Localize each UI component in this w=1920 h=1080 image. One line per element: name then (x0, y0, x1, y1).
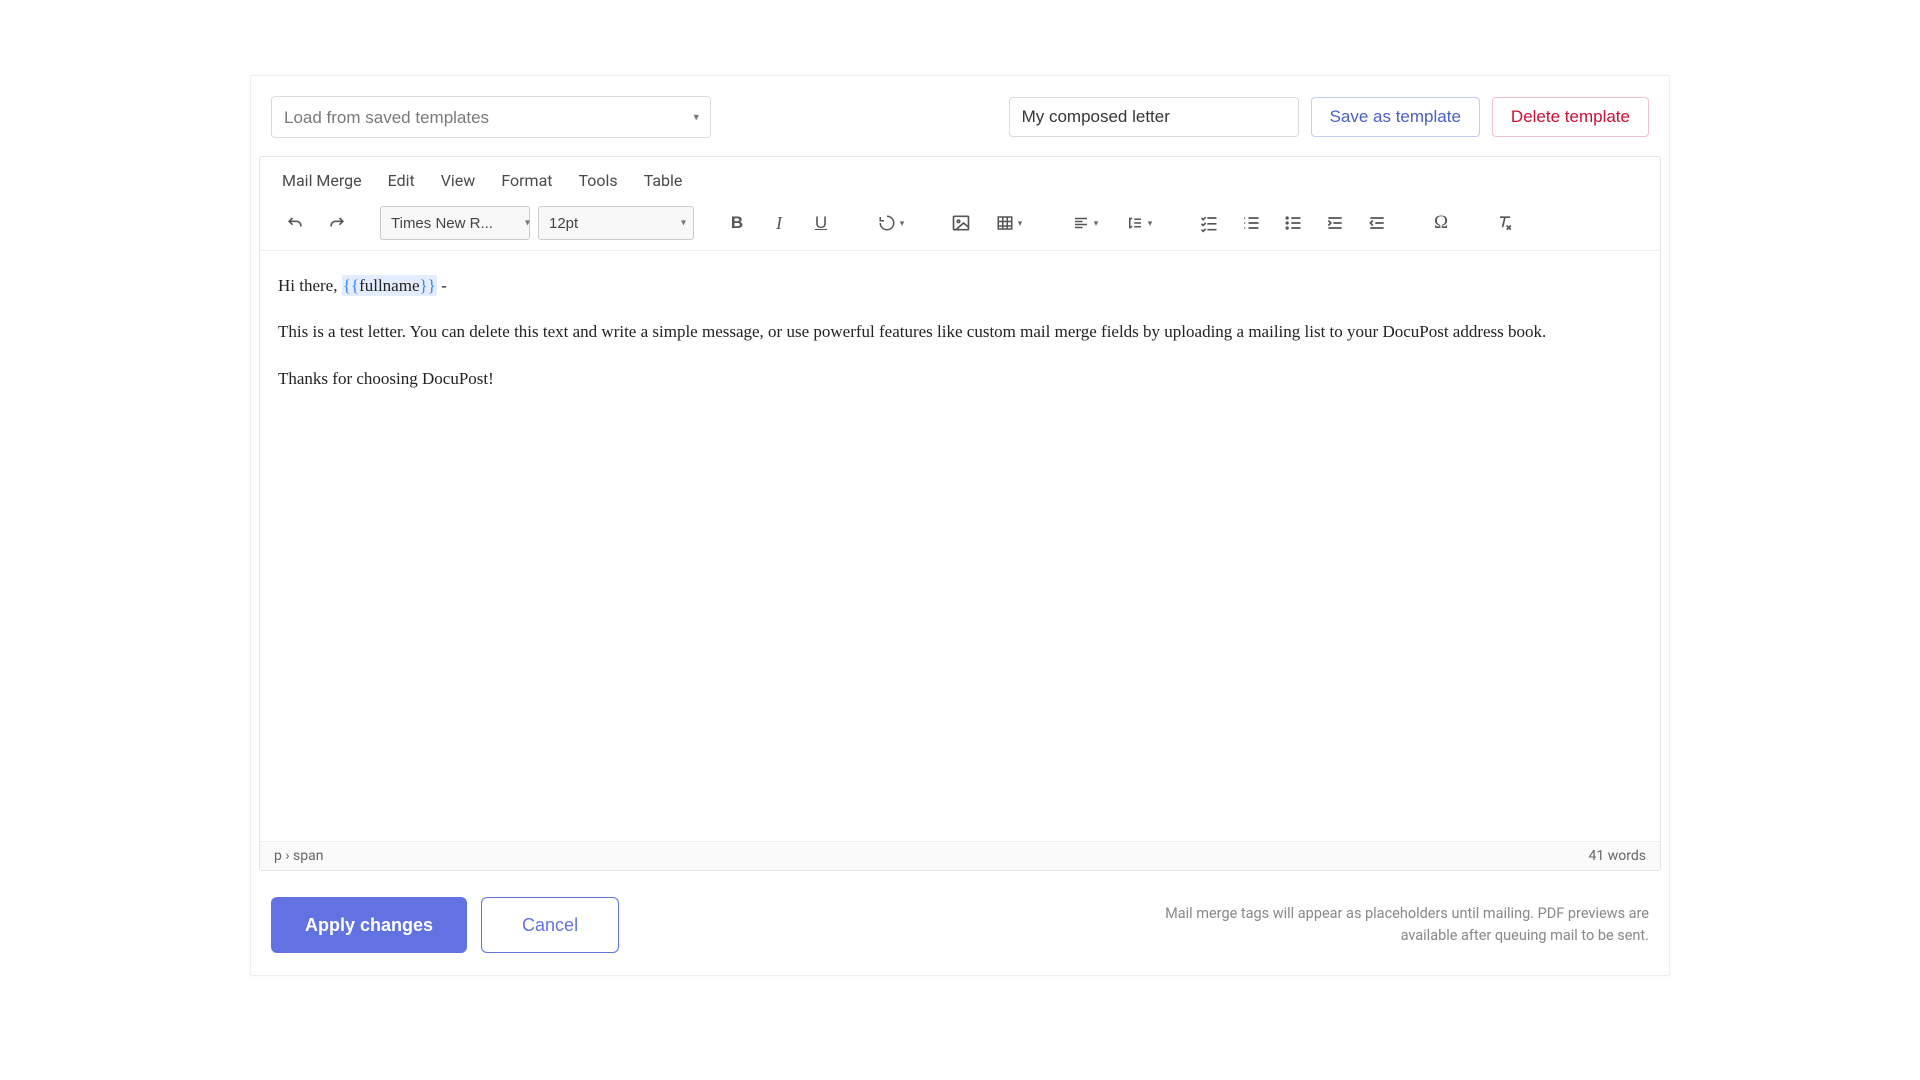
underline-button[interactable]: U (804, 206, 838, 240)
align-button[interactable]: ▾ (1062, 206, 1108, 240)
numbered-list-button[interactable] (1234, 206, 1268, 240)
special-character-button[interactable]: Ω (1424, 206, 1458, 240)
editor-panel: Load from saved templates ▾ Save as temp… (250, 75, 1670, 976)
letter-title-input[interactable] (1009, 97, 1299, 137)
editor-menubar: Mail Merge Edit View Format Tools Table (260, 157, 1660, 200)
cancel-button[interactable]: Cancel (481, 897, 619, 953)
outdent-button[interactable] (1360, 206, 1394, 240)
body-paragraph: This is a test letter. You can delete th… (278, 319, 1642, 345)
bold-button[interactable]: B (720, 206, 754, 240)
greeting-post: - (437, 276, 447, 295)
editor-statusbar: p › span 41 words (260, 841, 1660, 870)
word-count: 41 words (1589, 848, 1646, 864)
merge-tag-fullname: {{fullname}} (342, 275, 437, 296)
indent-button[interactable] (1318, 206, 1352, 240)
font-size-select[interactable] (538, 206, 694, 240)
thanks-paragraph: Thanks for choosing DocuPost! (278, 366, 1642, 392)
insert-table-button[interactable]: ▾ (986, 206, 1032, 240)
undo-button[interactable] (278, 206, 312, 240)
menu-tools[interactable]: Tools (579, 171, 618, 190)
menu-mail-merge[interactable]: Mail Merge (282, 171, 362, 190)
template-select-wrap: Load from saved templates ▾ (271, 96, 711, 138)
history-dropdown-button[interactable]: ▾ (868, 206, 914, 240)
chevron-down-icon: ▾ (1018, 218, 1023, 229)
chevron-down-icon: ▾ (900, 218, 905, 229)
apply-changes-button[interactable]: Apply changes (271, 897, 467, 953)
rich-text-editor: Mail Merge Edit View Format Tools Table … (259, 156, 1661, 871)
menu-edit[interactable]: Edit (388, 171, 415, 190)
italic-button[interactable]: I (762, 206, 796, 240)
redo-button[interactable] (320, 206, 354, 240)
menu-view[interactable]: View (441, 171, 476, 190)
clear-formatting-button[interactable] (1488, 206, 1522, 240)
editor-content[interactable]: Hi there, {{fullname}} - This is a test … (260, 251, 1660, 841)
menu-format[interactable]: Format (501, 171, 552, 190)
load-template-select[interactable]: Load from saved templates (271, 96, 711, 138)
chevron-down-icon: ▾ (1148, 218, 1153, 229)
insert-image-button[interactable] (944, 206, 978, 240)
checklist-button[interactable] (1192, 206, 1226, 240)
footer-note: Mail merge tags will appear as placehold… (1119, 903, 1649, 947)
top-row: Load from saved templates ▾ Save as temp… (251, 76, 1669, 156)
menu-table[interactable]: Table (644, 171, 683, 190)
editor-toolbar: ▾ ▾ B I U ▾ (260, 200, 1660, 251)
bullet-list-button[interactable] (1276, 206, 1310, 240)
element-path[interactable]: p › span (274, 848, 1589, 864)
line-height-button[interactable]: ▾ (1116, 206, 1162, 240)
bottom-row: Apply changes Cancel Mail merge tags wil… (251, 879, 1669, 975)
greeting-pre: Hi there, (278, 276, 342, 295)
font-family-select[interactable] (380, 206, 530, 240)
delete-template-button[interactable]: Delete template (1492, 97, 1649, 137)
chevron-down-icon: ▾ (1094, 218, 1099, 229)
save-as-template-button[interactable]: Save as template (1311, 97, 1480, 137)
